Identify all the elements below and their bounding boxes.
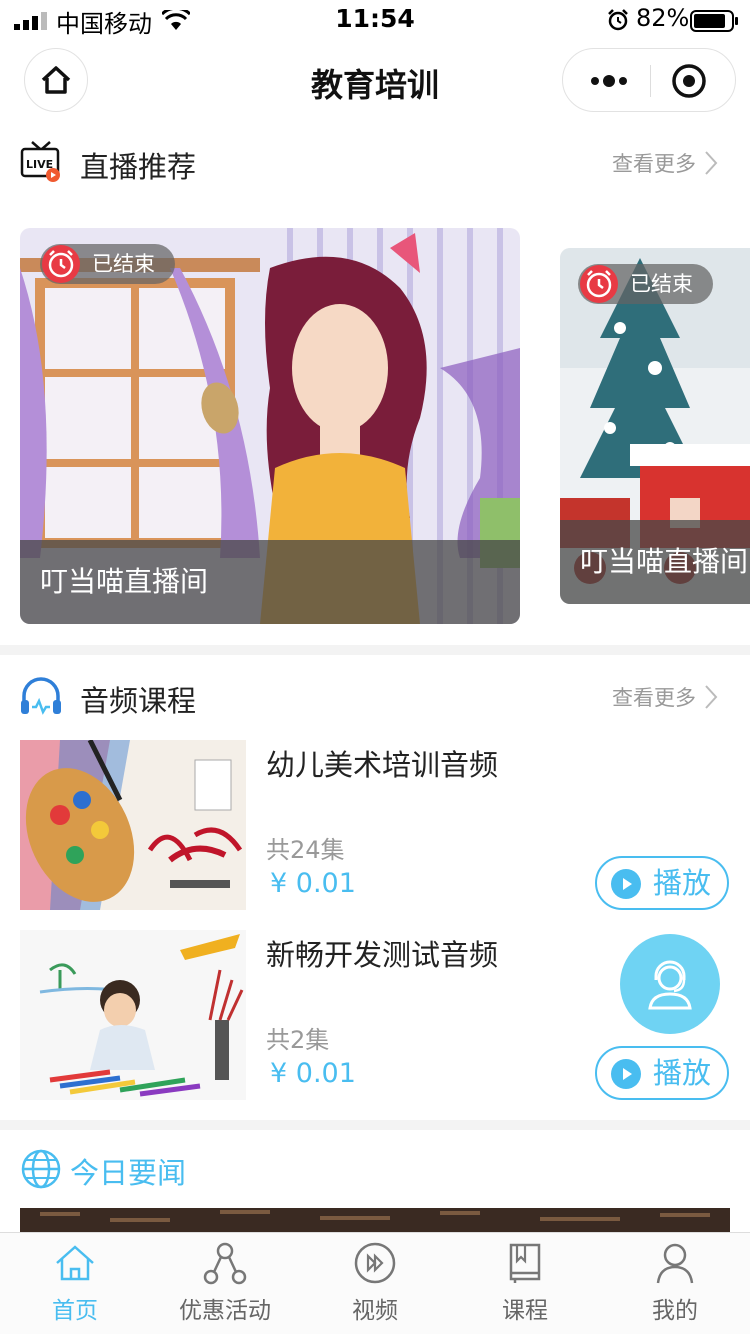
audio-section-header: 音频课程 查看更多 (0, 666, 750, 726)
battery-percent: 82% (636, 4, 690, 32)
tab-label: 优惠活动 (179, 1298, 271, 1324)
audio-view-more-label: 查看更多 (612, 686, 696, 710)
audio-course-item[interactable]: 幼儿美术培训音频 共24集 ¥ 0.01 播放 (0, 740, 750, 912)
live-card[interactable]: 已结束 叮当喵直播间 (20, 228, 520, 624)
live-section-title: 直播推荐 (80, 150, 197, 184)
nav-bar: 教育培训 (0, 46, 750, 116)
section-divider (0, 1120, 750, 1130)
tab-profile[interactable]: 我的 (600, 1233, 750, 1334)
alarm-icon (608, 9, 628, 31)
tab-label: 视频 (352, 1298, 398, 1324)
audio-price: ¥ 0.01 (270, 868, 356, 899)
live-section-header: LIVE 直播推荐 查看更多 (0, 132, 750, 192)
news-section-header: 今日要闻 (0, 1140, 750, 1200)
audio-section-title: 音频课程 (80, 684, 197, 718)
live-status-text: 已结束 (92, 252, 155, 276)
audio-episode-count: 共2集 (266, 1026, 330, 1054)
svg-text:LIVE: LIVE (26, 158, 53, 171)
play-icon (611, 869, 641, 899)
audio-course-title: 幼儿美术培训音频 (266, 748, 499, 782)
play-button[interactable]: 播放 (595, 856, 729, 910)
tab-video[interactable]: 视频 (300, 1233, 450, 1334)
live-status-badge: 已结束 (40, 244, 175, 284)
customer-service-button[interactable] (620, 934, 720, 1034)
play-button-label: 播放 (653, 1056, 712, 1090)
capsule-divider (650, 65, 651, 97)
mini-program-capsule (562, 48, 736, 112)
audio-price: ¥ 0.01 (270, 1058, 356, 1089)
audio-thumbnail (20, 930, 246, 1100)
home-icon (56, 1245, 94, 1281)
audio-course-title: 新畅开发测试音频 (266, 938, 499, 972)
section-divider (0, 645, 750, 655)
audio-view-more-link[interactable]: 查看更多 (612, 682, 718, 712)
tab-label: 首页 (52, 1298, 98, 1324)
live-tv-icon: LIVE (20, 141, 60, 182)
more-dots-icon (591, 75, 627, 87)
live-view-more-label: 查看更多 (612, 152, 696, 176)
close-mini-program-button[interactable] (667, 59, 711, 103)
target-close-icon (672, 64, 706, 98)
play-button[interactable]: 播放 (595, 1046, 729, 1100)
chevron-right-icon (705, 151, 718, 175)
video-icon (354, 1242, 396, 1284)
live-view-more-link[interactable]: 查看更多 (612, 148, 718, 178)
tab-label: 课程 (502, 1298, 548, 1324)
live-status-text: 已结束 (630, 272, 693, 296)
bottom-tab-bar: 首页 优惠活动 视频 课程 我的 (0, 1232, 750, 1334)
play-icon (611, 1059, 641, 1089)
globe-icon (21, 1149, 61, 1189)
user-icon (656, 1243, 694, 1284)
tab-courses[interactable]: 课程 (450, 1233, 600, 1334)
play-button-label: 播放 (653, 866, 712, 900)
headphones-icon (21, 677, 61, 715)
audio-thumbnail (20, 740, 246, 910)
live-room-name: 叮当喵直播间 (20, 540, 520, 624)
share-icon (203, 1242, 247, 1285)
alarm-clock-icon (42, 245, 80, 283)
audio-episode-count: 共24集 (266, 836, 345, 864)
more-button[interactable] (581, 61, 637, 101)
live-status-badge: 已结束 (578, 264, 713, 304)
chevron-right-icon (705, 685, 718, 709)
alarm-clock-icon (580, 265, 618, 303)
tab-promotions[interactable]: 优惠活动 (150, 1233, 300, 1334)
live-card[interactable]: 已结束 叮当喵直播间 (560, 248, 750, 604)
customer-service-icon (648, 960, 692, 1010)
art-training-cover-image (20, 740, 246, 910)
tab-label: 我的 (652, 1298, 698, 1324)
book-icon (509, 1243, 541, 1283)
news-section-title: 今日要闻 (70, 1156, 187, 1190)
tab-home[interactable]: 首页 (0, 1233, 150, 1334)
child-drawing-cover-image (20, 930, 246, 1100)
battery-icon (690, 10, 738, 32)
status-bar: 中国移动 11:54 82% (0, 0, 750, 40)
live-room-name: 叮当喵直播间 (560, 520, 750, 604)
